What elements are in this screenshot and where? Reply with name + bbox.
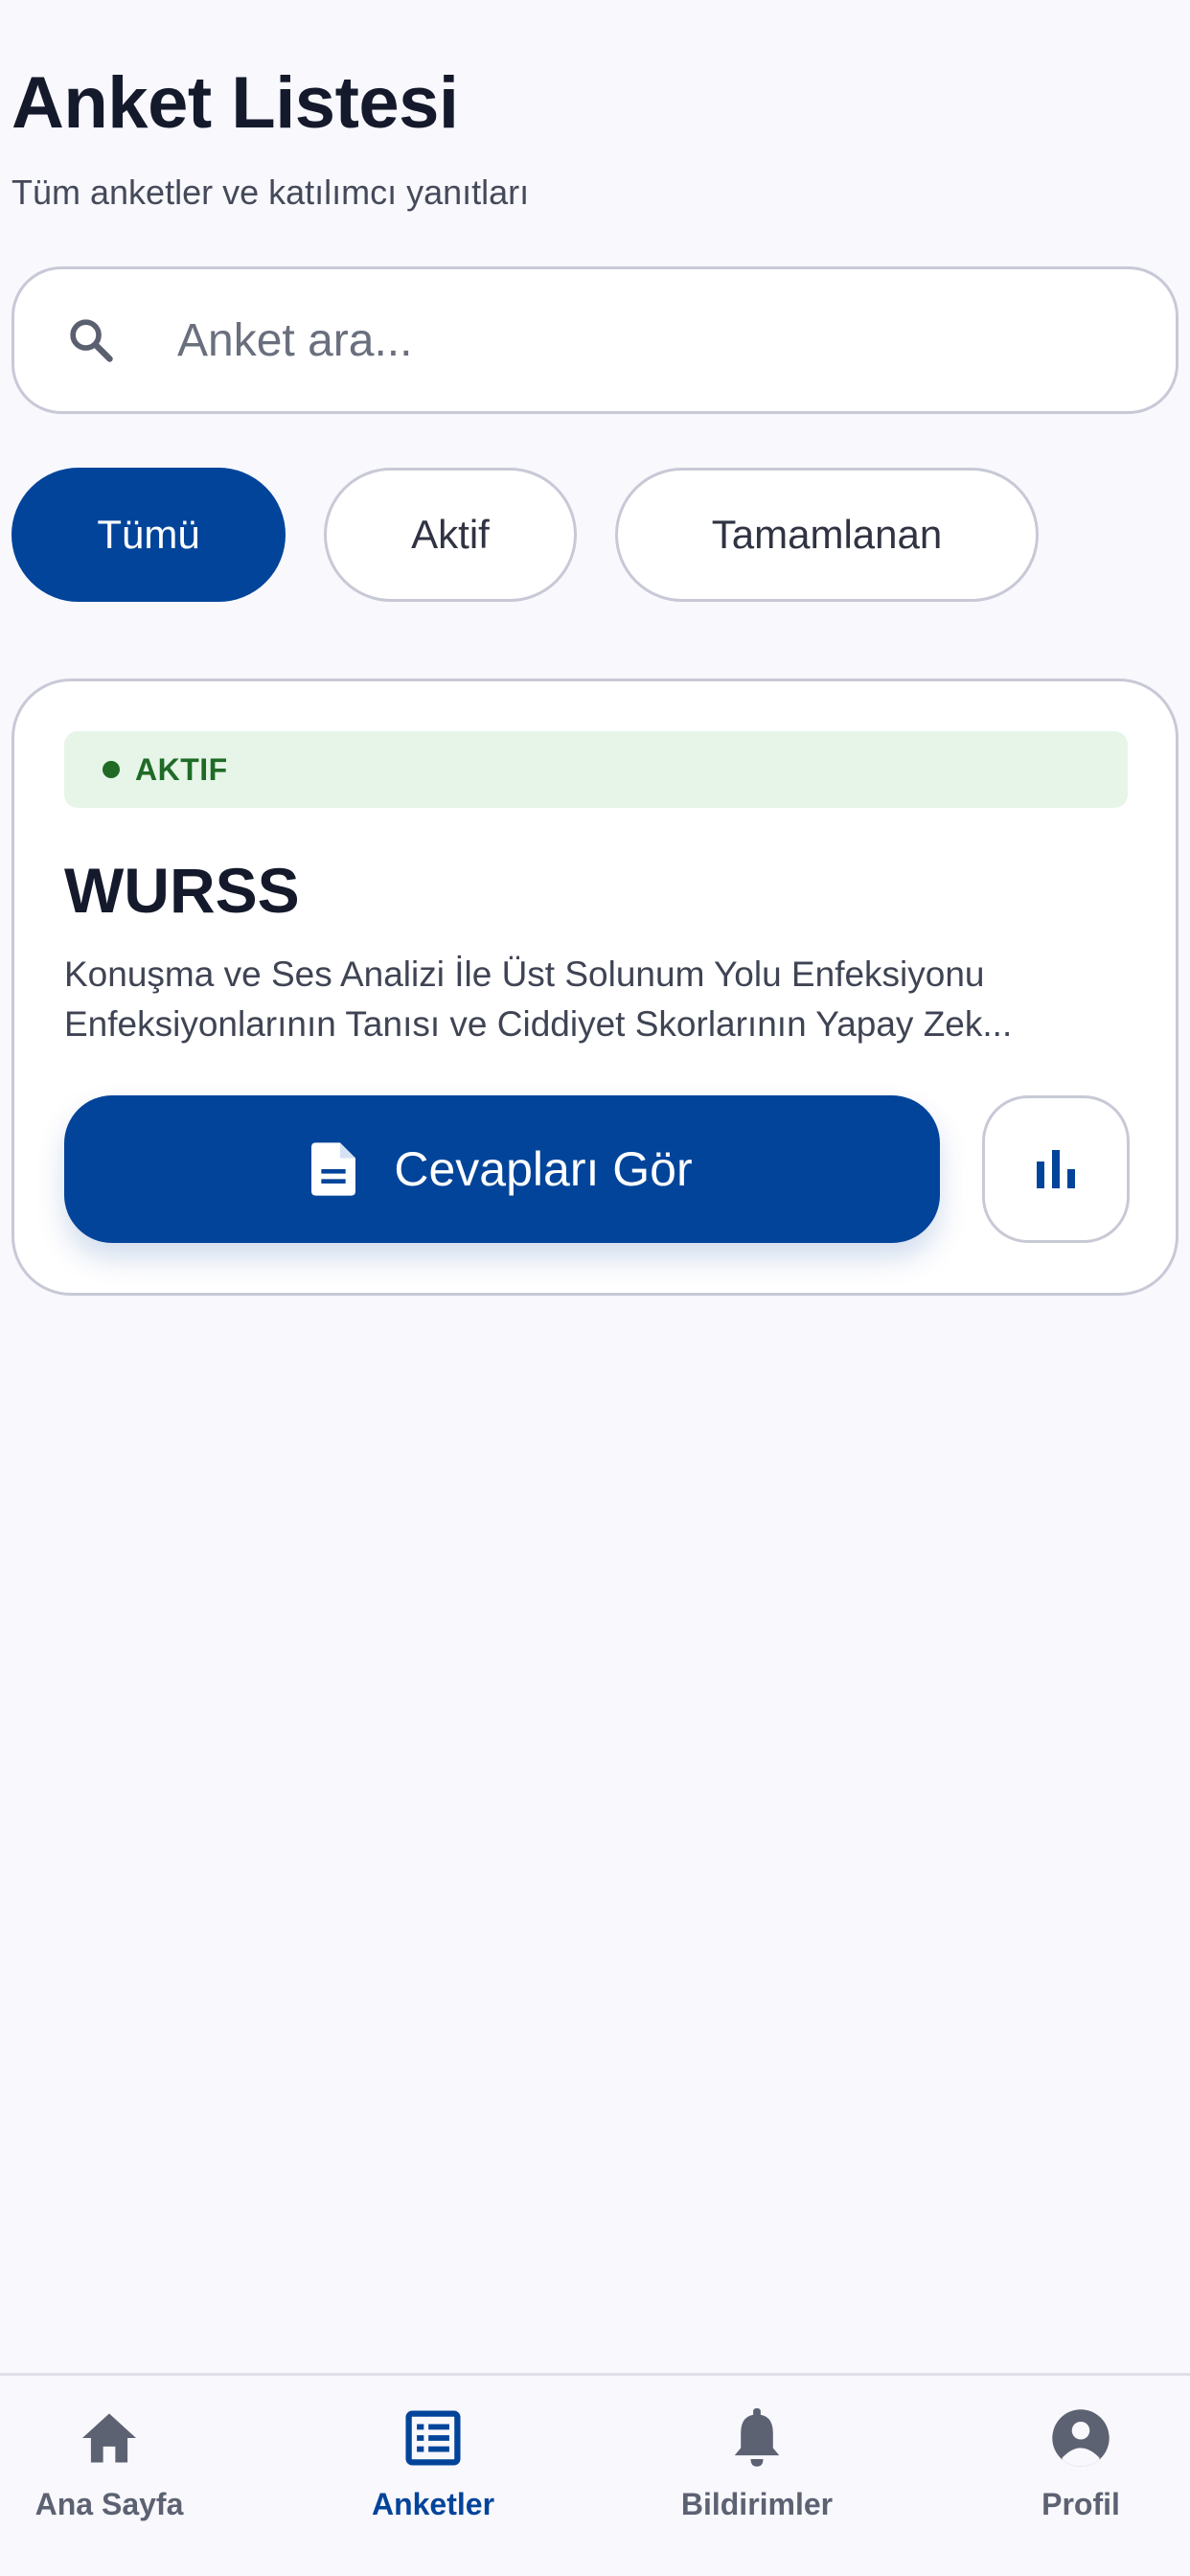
bottom-navigation: Ana Sayfa Anketler Bildirimler Profil	[0, 2373, 1190, 2576]
nav-label: Ana Sayfa	[34, 2487, 184, 2521]
bell-icon	[732, 2403, 782, 2473]
profile-icon	[1051, 2403, 1110, 2473]
status-text: AKTIF	[135, 751, 228, 787]
survey-title: WURSS	[64, 855, 300, 926]
filter-chip-completed[interactable]: Tamamlanan	[615, 468, 1039, 602]
search-icon	[66, 315, 158, 365]
filter-chip-all[interactable]: Tümü	[11, 468, 286, 602]
home-icon	[80, 2403, 139, 2473]
survey-description: Konuşma ve Ses Analizi İle Üst Solunum Y…	[64, 954, 1013, 1044]
filter-chip-label: Tamamlanan	[711, 512, 943, 557]
statistics-button[interactable]	[982, 1095, 1130, 1243]
view-answers-button[interactable]: Cevapları Gör	[64, 1095, 940, 1243]
nav-label: Profil	[1041, 2487, 1120, 2521]
nav-item-profile[interactable]: Profil	[956, 2403, 1190, 2522]
document-icon	[311, 1142, 356, 1196]
nav-item-notifications[interactable]: Bildirimler	[632, 2403, 881, 2522]
list-icon	[405, 2403, 461, 2473]
filter-chip-active[interactable]: Aktif	[324, 468, 577, 602]
nav-label: Bildirimler	[680, 2487, 834, 2521]
status-dot-icon	[103, 761, 120, 778]
view-answers-label: Cevapları Gör	[394, 1142, 693, 1196]
survey-list-screen: Anket Listesi Tüm anketler ve katılımcı …	[0, 0, 1190, 2576]
page-subtitle: Tüm anketler ve katılımcı yanıtları	[11, 172, 530, 212]
nav-item-surveys[interactable]: Anketler	[309, 2403, 558, 2522]
survey-card: AKTIF WURSS Konuşma ve Ses Analizi İle Ü…	[11, 678, 1179, 1296]
search-box[interactable]	[11, 266, 1179, 414]
page-title: Anket Listesi	[11, 62, 459, 144]
filter-chip-label: Tümü	[97, 512, 200, 557]
status-badge: AKTIF	[64, 731, 1128, 808]
filter-chip-label: Aktif	[411, 512, 490, 557]
nav-label: Anketler	[371, 2487, 495, 2521]
nav-item-home[interactable]: Ana Sayfa	[0, 2403, 234, 2522]
bar-chart-icon	[1033, 1146, 1079, 1193]
search-input[interactable]	[177, 313, 1097, 367]
